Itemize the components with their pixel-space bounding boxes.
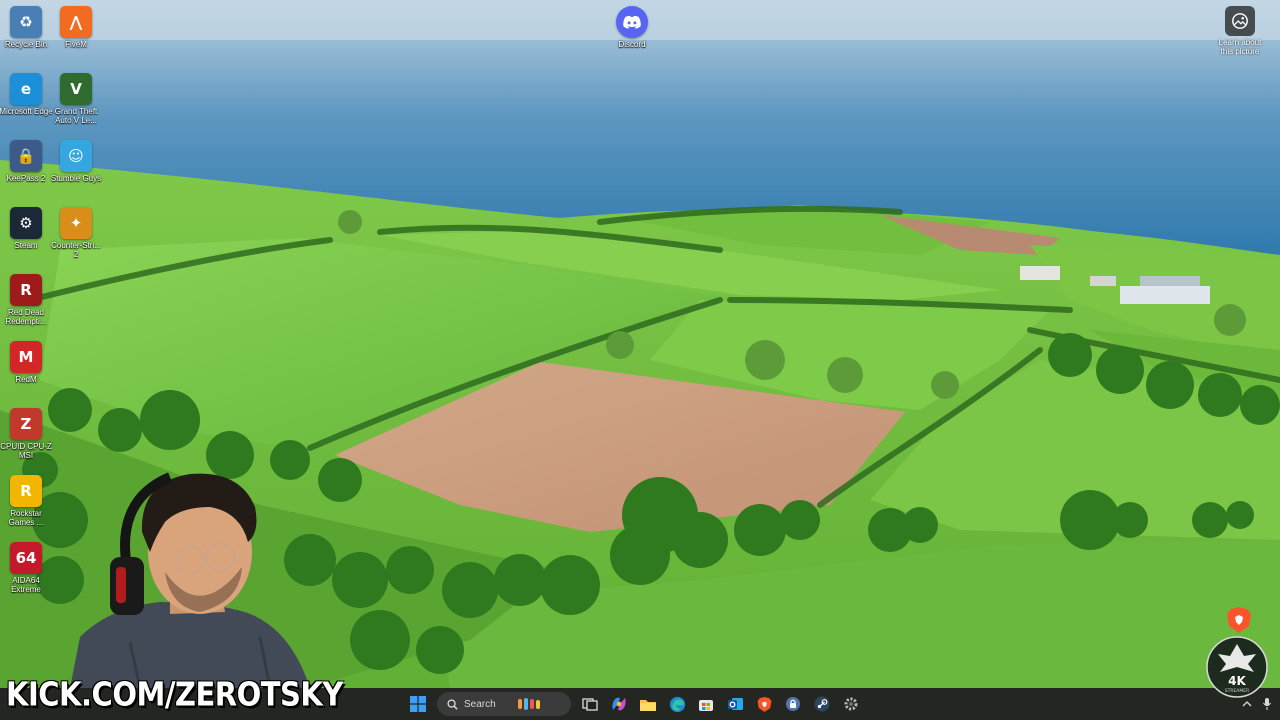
kick-channel-url: KICK.COM/ZEROTSKY xyxy=(6,674,343,714)
desktop-icon-label: Microsoft Edge xyxy=(0,107,53,116)
desktop-icon-rockstar[interactable]: R Rockstar Games ... xyxy=(0,475,52,527)
desktop-icon-fivem[interactable]: ⋀ FiveM xyxy=(50,6,102,49)
file-explorer-button[interactable] xyxy=(636,692,660,716)
stumble-guys-icon: ☺ xyxy=(60,140,92,172)
desktop-icon-label: Counter-Stri... 2 xyxy=(51,241,101,259)
windows-start-icon xyxy=(410,696,426,712)
settings-button[interactable] xyxy=(839,692,863,716)
badge-text: 4K xyxy=(1228,674,1246,688)
desktop-icon-recycle-bin[interactable]: ♻ Recycle Bin xyxy=(0,6,52,49)
brave-icon xyxy=(757,696,771,712)
microphone-icon[interactable] xyxy=(1262,697,1272,711)
search-placeholder: Search xyxy=(464,698,496,710)
gta5-icon: V xyxy=(60,73,92,105)
desktop-icon-cpuz[interactable]: Z CPUID CPU-Z MSI xyxy=(0,408,52,460)
desktop-icon-label: Steam xyxy=(14,241,38,250)
desktop-icon-label: CPUID CPU-Z MSI xyxy=(0,442,52,460)
outlook-button[interactable] xyxy=(723,692,747,716)
desktop-icon-label: FiveM xyxy=(65,40,87,49)
learn-label: Learn about this picture xyxy=(1218,38,1262,56)
cpuz-icon: Z xyxy=(10,408,42,440)
steam-button[interactable] xyxy=(810,692,834,716)
kick-channel-banner: KICK.COM/ZEROTSKY xyxy=(0,670,343,718)
desktop-icon-label: AIDA64 Extreme xyxy=(11,576,41,594)
webcam-streamer xyxy=(70,472,310,688)
settings-gear-icon xyxy=(844,697,858,711)
desktop-icon-label: KeePass 2 xyxy=(6,174,46,183)
desktop-icon-label: Rockstar Games ... xyxy=(8,509,44,527)
desktop-icon-label: Discord xyxy=(618,40,646,49)
recycle-bin-icon: ♻ xyxy=(10,6,42,38)
keepass-icon xyxy=(786,697,800,711)
edge-button[interactable] xyxy=(665,692,689,716)
rdr2-icon: R xyxy=(10,274,42,306)
streamer-badge-logo: 4K STREAMER xyxy=(1206,636,1268,698)
cs2-icon: ✦ xyxy=(60,207,92,239)
store-icon xyxy=(699,700,713,711)
outlook-icon xyxy=(727,698,743,710)
desktop-icon-rdr2[interactable]: R Red Dead Redempti... xyxy=(0,274,52,326)
desktop-icon-stumble-guys[interactable]: ☺ Stumble Guys xyxy=(50,140,102,183)
desktop-icon-brave[interactable] xyxy=(1213,604,1265,636)
desktop-icon-redm[interactable]: M RedM xyxy=(0,341,52,384)
badge-subtext: STREAMER xyxy=(1225,688,1250,694)
desktop-icon-cs2[interactable]: ✦ Counter-Stri... 2 xyxy=(50,207,102,259)
copilot-icon xyxy=(612,697,626,711)
desktop-icon-label: Stumble Guys xyxy=(50,174,102,183)
rockstar-icon: R xyxy=(10,475,42,507)
start-button[interactable] xyxy=(406,692,430,716)
taskbar-search-box[interactable]: Search xyxy=(437,692,571,716)
desktop-icon-edge[interactable]: e Microsoft Edge xyxy=(0,73,53,116)
brave-button[interactable] xyxy=(752,692,776,716)
keepass-icon: 🔒 xyxy=(10,140,42,172)
task-view-icon xyxy=(582,698,598,711)
desktop-icon-keepass[interactable]: 🔒 KeePass 2 xyxy=(0,140,52,183)
edge-icon xyxy=(669,696,685,712)
steam-icon: ⚙ xyxy=(10,207,42,239)
brave-lion-icon xyxy=(1223,604,1255,636)
task-view-button[interactable] xyxy=(578,692,602,716)
desktop-icon-label: Red Dead Redempti... xyxy=(5,308,47,326)
discord-icon xyxy=(616,6,648,38)
redm-icon: M xyxy=(10,341,42,373)
taskbar-pinned-apps: Search xyxy=(406,688,863,720)
copilot-button[interactable] xyxy=(607,692,631,716)
desktop-icon-label: RedM xyxy=(15,375,37,384)
learn-about-this-picture[interactable]: Learn about this picture xyxy=(1214,6,1266,56)
desktop-icon-label: Grand Theft Auto V Le... xyxy=(54,107,98,125)
keepass-button[interactable] xyxy=(781,692,805,716)
desktop-icon-label: Recycle Bin xyxy=(4,40,48,49)
fivem-icon: ⋀ xyxy=(60,6,92,38)
search-icon xyxy=(447,698,458,710)
steam-icon xyxy=(814,696,830,712)
search-highlight-icon xyxy=(517,698,540,710)
desktop-icon-aida64[interactable]: 64 AIDA64 Extreme xyxy=(0,542,52,594)
desktop-icon-gta5[interactable]: V Grand Theft Auto V Le... xyxy=(50,73,102,125)
desktop-icon-steam[interactable]: ⚙ Steam xyxy=(0,207,52,250)
camera-icon xyxy=(1225,6,1255,36)
aida64-icon: 64 xyxy=(10,542,42,574)
chevron-up-icon[interactable] xyxy=(1242,700,1252,708)
folder-icon xyxy=(640,699,656,711)
edge-icon: e xyxy=(10,73,42,105)
store-button[interactable] xyxy=(694,692,718,716)
desktop-icon-discord[interactable]: Discord xyxy=(606,6,658,49)
